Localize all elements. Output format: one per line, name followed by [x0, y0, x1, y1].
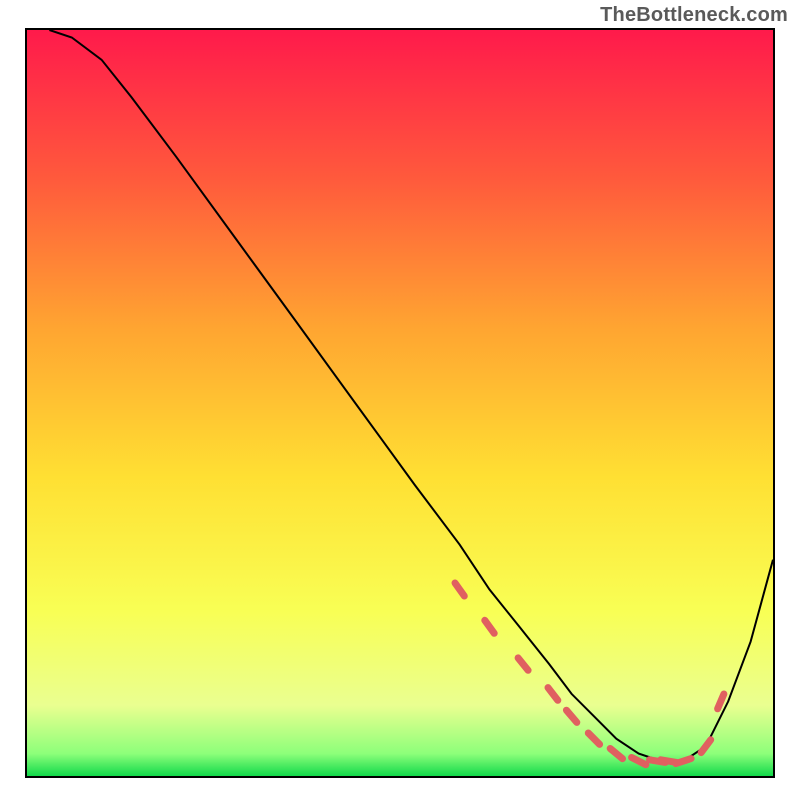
marker-dash	[548, 688, 558, 701]
marker-dash	[566, 710, 576, 722]
marker-dash	[588, 733, 599, 744]
marker-dash	[676, 759, 691, 764]
curve-markers	[455, 583, 724, 765]
chart-overlay	[27, 30, 773, 776]
attribution-text: TheBottleneck.com	[600, 4, 788, 27]
marker-dash	[718, 694, 724, 709]
marker-dash	[610, 749, 622, 759]
marker-dash	[485, 620, 494, 633]
marker-dash	[701, 740, 711, 753]
marker-dash	[455, 583, 464, 596]
chart-frame: TheBottleneck.com	[0, 0, 800, 800]
marker-dash	[632, 758, 646, 765]
marker-dash	[518, 658, 528, 670]
bottleneck-curve	[49, 30, 773, 761]
plot-area	[25, 28, 775, 778]
